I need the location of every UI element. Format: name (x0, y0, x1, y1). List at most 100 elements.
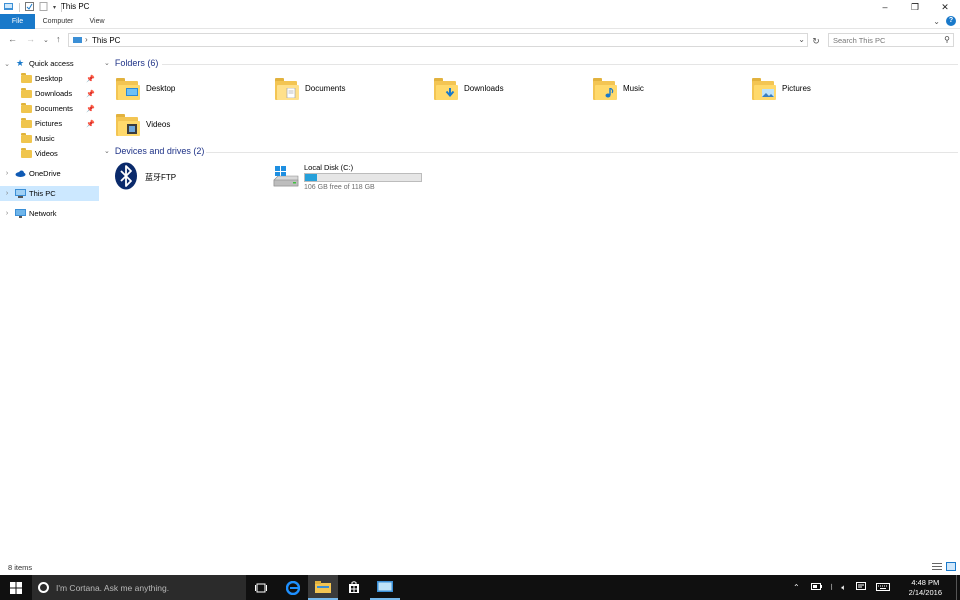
help-icon[interactable]: ? (946, 16, 956, 26)
address-bar[interactable]: › This PC ⌄ (68, 33, 808, 47)
sidebar-item-downloads[interactable]: Downloads 📌 (0, 86, 99, 101)
volume-icon[interactable]: 🔈︎ (841, 583, 846, 593)
tab-file[interactable]: File (0, 14, 35, 29)
drive-free-space: 106 GB free of 118 GB (304, 184, 375, 191)
folder-pictures[interactable]: Pictures (752, 74, 902, 104)
explorer-window-taskbar-button[interactable] (370, 575, 400, 600)
ribbon-tabs: File Computer View ⌄ ? (0, 14, 960, 29)
chevron-down-icon[interactable]: ⌄ (0, 60, 14, 68)
chevron-right-icon[interactable]: › (0, 170, 14, 177)
local-disk-drive[interactable]: Local Disk (C:) 106 GB free of 118 GB (272, 162, 432, 192)
drive-usage-fill (305, 174, 317, 181)
refresh-icon[interactable]: ↻ (810, 35, 822, 47)
windows-logo-icon (10, 581, 22, 594)
properties-icon[interactable] (25, 2, 34, 13)
folder-label: Videos (146, 120, 171, 129)
cloud-icon (14, 169, 26, 179)
sidebar-item-network[interactable]: › Network (0, 206, 99, 221)
details-view-icon[interactable] (932, 562, 942, 571)
sidebar-item-label: Pictures (35, 119, 63, 128)
folder-music[interactable]: Music (593, 74, 743, 104)
search-placeholder: Search This PC (833, 36, 886, 45)
hard-drive-icon (273, 166, 299, 187)
forward-arrow-icon[interactable]: → (26, 34, 35, 44)
edge-button[interactable] (278, 575, 308, 600)
music-folder-icon (593, 78, 617, 100)
file-explorer-icon (315, 580, 331, 593)
large-icons-view-icon[interactable] (946, 562, 956, 571)
new-folder-icon[interactable] (39, 2, 48, 13)
back-arrow-icon[interactable]: ← (8, 34, 17, 44)
sidebar-item-desktop[interactable]: Desktop 📌 (0, 71, 99, 86)
up-arrow-icon[interactable]: ↑ (56, 34, 61, 44)
maximize-button[interactable]: ❐ (900, 0, 930, 14)
chevron-right-icon[interactable]: › (0, 210, 14, 217)
wifi-icon[interactable]: ⦚ (831, 583, 833, 593)
search-icon[interactable]: ⚲ (944, 35, 950, 44)
sidebar-item-pictures[interactable]: Pictures 📌 (0, 116, 99, 131)
navigation-bar: ← → ⌄ ↑ › This PC ⌄ ↻ (0, 31, 960, 49)
pin-icon[interactable]: 📌 (86, 105, 95, 113)
section-divider (162, 64, 958, 65)
start-button[interactable] (0, 575, 32, 600)
battery-icon[interactable] (810, 583, 822, 592)
bluetooth-ftp-device[interactable]: 蓝牙FTP (114, 162, 264, 192)
desktop-folder-icon (20, 72, 32, 84)
section-title: Devices and drives (2) (114, 146, 205, 156)
view-buttons (932, 562, 956, 571)
store-button[interactable] (339, 575, 369, 600)
action-center-icon[interactable] (856, 582, 867, 593)
chevron-down-icon[interactable]: ⌄ (104, 59, 110, 67)
system-tray: ⌃ ⦚ 🔈︎ (793, 575, 891, 600)
task-view-button[interactable] (246, 575, 276, 600)
window-title: This PC (61, 2, 90, 11)
sidebar-item-this-pc[interactable]: › This PC (0, 186, 99, 201)
taskbar: I'm Cortana. Ask me anything. ⌃ ⦚ 🔈︎ 4:4… (0, 575, 960, 600)
folder-desktop[interactable]: Desktop (116, 74, 266, 104)
explorer-app-icon[interactable] (4, 2, 14, 13)
devices-section-header[interactable]: ⌄ Devices and drives (2) (104, 146, 204, 156)
file-explorer-taskbar-button[interactable] (308, 575, 338, 600)
folders-section-header[interactable]: ⌄ Folders (6) (104, 58, 158, 68)
sidebar-item-quick-access[interactable]: ⌄ ★ Quick access (0, 56, 99, 71)
show-desktop-button[interactable] (956, 575, 960, 600)
sidebar-item-onedrive[interactable]: › OneDrive (0, 166, 99, 181)
title-bar: ▾ This PC – ❐ ✕ (0, 0, 960, 14)
chevron-down-icon[interactable]: ⌄ (104, 147, 110, 155)
folder-label: Downloads (464, 84, 504, 93)
network-icon (14, 209, 26, 219)
chevron-right-icon[interactable]: › (0, 190, 14, 197)
show-hidden-icons-icon[interactable]: ⌃ (793, 583, 800, 592)
address-dropdown-icon[interactable]: ⌄ (798, 35, 805, 44)
system-clock[interactable]: 4:48 PM 2/14/2016 (909, 578, 942, 598)
breadcrumb[interactable]: This PC (92, 36, 120, 45)
section-divider (206, 152, 958, 153)
search-input[interactable]: Search This PC ⚲ (828, 33, 954, 47)
this-pc-window-icon (377, 580, 393, 592)
sidebar-item-videos[interactable]: Videos (0, 146, 99, 161)
folder-videos[interactable]: Videos (116, 110, 266, 140)
sidebar-item-music[interactable]: Music (0, 131, 99, 146)
sidebar-item-documents[interactable]: Documents 📌 (0, 101, 99, 116)
recent-locations-icon[interactable]: ⌄ (43, 36, 49, 44)
store-icon (349, 581, 359, 593)
pin-icon[interactable]: 📌 (86, 90, 95, 98)
breadcrumb-separator-icon[interactable]: › (85, 35, 88, 44)
close-button[interactable]: ✕ (930, 0, 960, 14)
folder-downloads[interactable]: Downloads (434, 74, 584, 104)
desktop-folder-icon (116, 78, 140, 100)
tab-computer[interactable]: Computer (38, 14, 78, 29)
cortana-search-box[interactable]: I'm Cortana. Ask me anything. (32, 575, 246, 600)
customize-toolbar-icon[interactable]: ▾ (53, 4, 56, 11)
navigation-pane: ⌄ ★ Quick access Desktop 📌 Downloads 📌 D… (0, 54, 99, 559)
folder-documents[interactable]: Documents (275, 74, 425, 104)
keyboard-icon[interactable] (876, 582, 891, 593)
music-folder-icon (20, 132, 32, 144)
pin-icon[interactable]: 📌 (86, 120, 95, 128)
minimize-button[interactable]: – (870, 0, 900, 14)
expand-ribbon-icon[interactable]: ⌄ (933, 17, 940, 26)
pictures-folder-icon (752, 78, 776, 100)
tab-view[interactable]: View (84, 14, 110, 29)
folder-label: Documents (305, 84, 346, 93)
pin-icon[interactable]: 📌 (86, 75, 95, 83)
